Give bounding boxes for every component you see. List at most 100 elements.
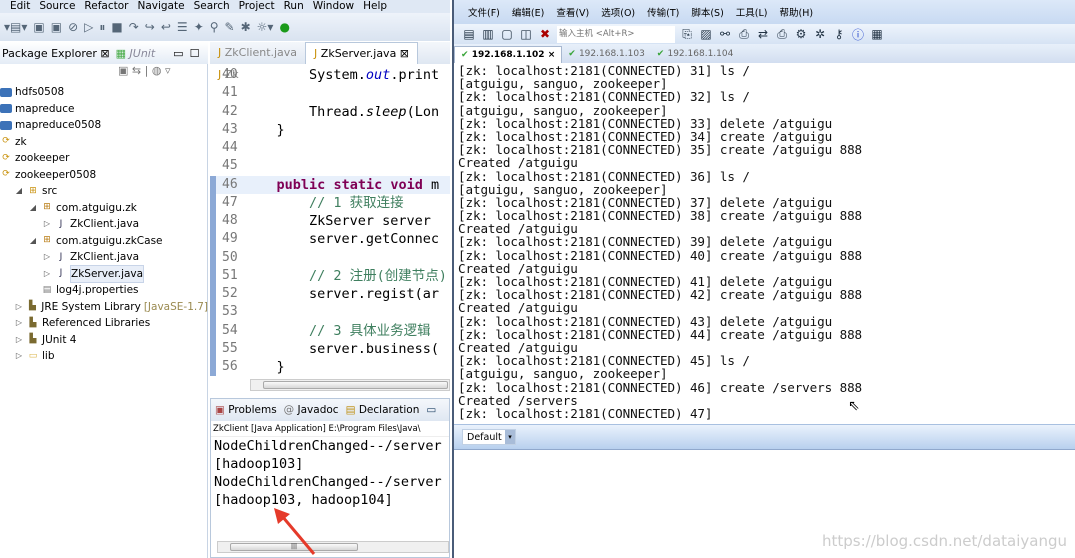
copy-icon[interactable]: ⎘ [680, 27, 694, 42]
open-session-icon[interactable]: ▥ [481, 27, 495, 41]
settings-icon[interactable]: ☼▾ [257, 20, 274, 34]
resume-icon[interactable]: ▷ [84, 20, 93, 34]
new-icon[interactable]: ▾▤▾ [4, 20, 27, 34]
properties-icon[interactable]: ⚙ [794, 27, 808, 41]
collapsed-icon[interactable]: ▷ [14, 332, 24, 349]
menu-help[interactable]: Help [363, 0, 387, 13]
close-icon[interactable]: × [545, 50, 556, 60]
find-icon[interactable]: ⚯ [718, 27, 732, 41]
paste-icon[interactable]: ▨ [699, 27, 713, 41]
tree-item[interactable]: ▷ ▙ JRE System Library [JavaSE-1.7] [0, 299, 208, 316]
save-all-icon[interactable]: ▣ [51, 20, 62, 34]
menu-refactor[interactable]: Refactor [84, 0, 128, 13]
tree-item[interactable]: mapreduce0508 [0, 117, 208, 134]
session-select[interactable]: Default ▾ [462, 429, 516, 445]
link-editor-icon[interactable]: ⇆ [132, 64, 141, 77]
tree-item[interactable]: ▷ J ZkClient.java [0, 216, 208, 233]
code-line[interactable]: 40 System.out.print [210, 66, 450, 84]
menu-source[interactable]: Source [39, 0, 75, 13]
tools-icon[interactable]: ✲ [813, 27, 827, 41]
filter-icon[interactable]: ◍ [152, 64, 162, 77]
terminal-output[interactable]: [zk: localhost:2181(CONNECTED) 31] ls /[… [458, 64, 1075, 420]
collapsed-icon[interactable]: ▷ [42, 216, 52, 233]
tab-zkserver-java[interactable]: J ZkServer.java ⊠ [305, 42, 419, 64]
code-line[interactable]: 55 server.business( [210, 339, 450, 358]
code-line[interactable]: 52 server.regist(ar [210, 285, 450, 304]
xshell-menu-item[interactable]: 查看(V) [556, 5, 589, 19]
code-line[interactable]: 47 // 1 获取连接 [210, 193, 450, 212]
new-session-icon[interactable]: ▤ [462, 27, 476, 41]
code-line[interactable]: 51 // 2 注册(创建节点) [210, 266, 450, 285]
collapsed-icon[interactable]: ▷ [14, 315, 24, 332]
printer-icon[interactable]: ⎙ [775, 27, 789, 42]
code-line[interactable]: 44 [210, 139, 450, 157]
tab-javadoc[interactable]: @ Javadoc [284, 404, 339, 416]
pin-icon[interactable]: ⚲ [210, 20, 219, 34]
code-line[interactable]: 42 Thread.sleep(Lon [210, 103, 450, 121]
code-line[interactable]: 53 [210, 303, 450, 322]
tree-item[interactable]: ◢ ⊞ src [0, 183, 208, 200]
xshell-menu-item[interactable]: 选项(O) [601, 5, 635, 19]
folder-icon[interactable]: ▢ [500, 27, 514, 41]
xshell-menu-item[interactable]: 工具(L) [736, 5, 768, 19]
xshell-menu-item[interactable]: 脚本(S) [691, 5, 723, 19]
expanded-icon[interactable]: ◢ [14, 183, 24, 200]
tree-item[interactable]: ▷ ▙ JUnit 4 [0, 332, 208, 349]
code-line[interactable]: 56 } [210, 358, 450, 377]
tree-item[interactable]: ⟳ zookeeper [0, 150, 208, 167]
step-return-icon[interactable]: ↩ [161, 20, 171, 34]
code-line[interactable]: 49 server.getConnec [210, 230, 450, 249]
menu-project[interactable]: Project [239, 0, 275, 13]
host-input[interactable] [557, 25, 675, 43]
xshell-menu-item[interactable]: 编辑(E) [512, 5, 544, 19]
tab-console[interactable]: ▭ [426, 404, 436, 416]
tree-item[interactable]: mapreduce [0, 101, 208, 118]
menu-search[interactable]: Search [194, 0, 230, 13]
console-horizontal-scrollbar[interactable]: ||| [217, 541, 449, 553]
code-line[interactable]: 41 [210, 84, 450, 102]
tree-item[interactable]: ⟳ zk [0, 134, 208, 151]
collapsed-icon[interactable]: ▷ [42, 266, 52, 283]
format-icon[interactable]: ☰ [177, 20, 188, 34]
transfer-icon[interactable]: ⇄ [756, 27, 770, 41]
session-tab[interactable]: ✔ 192.168.1.103 [562, 46, 651, 63]
save-icon[interactable]: ▣ [33, 20, 44, 34]
tab-declaration[interactable]: ▤ Declaration [346, 404, 420, 416]
expanded-icon[interactable]: ◢ [28, 233, 38, 250]
layout-icon[interactable]: ▦ [870, 27, 884, 41]
menu-window[interactable]: Window [313, 0, 354, 13]
step-icon[interactable]: ↷ [129, 20, 139, 34]
debug-icon[interactable]: ✱ [241, 20, 251, 34]
run-icon[interactable]: ● [279, 20, 289, 34]
tree-item[interactable]: ⟳ zookeeper0508 [0, 167, 208, 184]
tab-package-explorer[interactable]: Package Explorer ⊠ [2, 47, 110, 60]
xshell-menu-item[interactable]: 文件(F) [468, 5, 500, 19]
xshell-menu-item[interactable]: 帮助(H) [780, 5, 814, 19]
menu-edit[interactable]: Edit [10, 0, 30, 13]
tab-zkclient-java[interactable]: J ZkClient.java [210, 42, 305, 64]
code-line[interactable]: 46 public static void m [210, 175, 450, 194]
reconnect-icon[interactable]: ◫ [519, 27, 533, 41]
tree-item[interactable]: ▷ J ZkServer.java [0, 264, 208, 283]
expanded-icon[interactable]: ◢ [28, 200, 38, 217]
step-over-icon[interactable]: ↪ [145, 20, 155, 34]
open-type-icon[interactable]: ✦ [194, 20, 204, 34]
code-line[interactable]: 54 // 3 具体业务逻辑 [210, 321, 450, 340]
collapsed-icon[interactable]: ▷ [42, 249, 52, 266]
print-icon[interactable]: ⎙ [737, 27, 751, 42]
tab-problems[interactable]: ▣ Problems [215, 404, 277, 416]
menu-navigate[interactable]: Navigate [137, 0, 184, 13]
code-area[interactable]: 40 System.out.print 41 42 Thread.sleep(Lon… [210, 66, 450, 377]
tab-junit[interactable]: ▦ JUnit [116, 47, 156, 60]
terminate-icon[interactable]: ■ [111, 20, 122, 34]
tree-item[interactable]: ▷ ▙ Referenced Libraries [0, 315, 208, 332]
collapsed-icon[interactable]: ▷ [14, 348, 24, 365]
view-menu-icon[interactable]: ▿ [165, 64, 171, 77]
collapsed-icon[interactable]: ▷ [14, 299, 24, 316]
help-icon[interactable]: ⓘ [851, 26, 865, 43]
code-line[interactable]: 43 } [210, 121, 450, 139]
tree-item[interactable]: ◢ ⊞ com.atguigu.zk [0, 200, 208, 217]
close-icon[interactable]: ⊠ [396, 47, 409, 60]
session-tab[interactable]: ✔ 192.168.1.104 [651, 46, 740, 63]
skip-breakpoints-icon[interactable]: ⊘ [68, 20, 78, 34]
